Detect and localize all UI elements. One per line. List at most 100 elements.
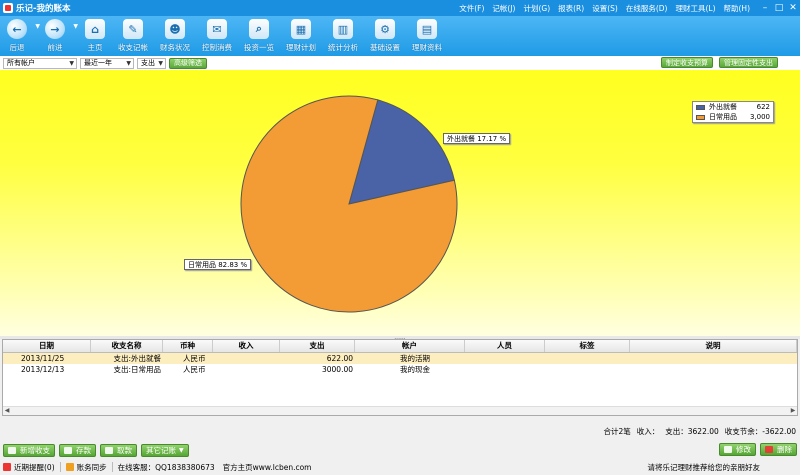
legend-item: 外出就餐 622 bbox=[693, 102, 773, 112]
total-count: 合计2笔 bbox=[603, 427, 631, 436]
column-header[interactable]: 收入 bbox=[213, 340, 280, 352]
pie-chart bbox=[240, 95, 458, 313]
menu-settings[interactable]: 设置(S) bbox=[588, 3, 622, 14]
bank-icon bbox=[105, 446, 113, 454]
online-service-text: 在线客服：QQ1838380673 bbox=[117, 462, 215, 472]
pencil-icon: ✎ bbox=[123, 19, 143, 39]
arrow-left-icon: ← bbox=[7, 19, 27, 39]
table-header: 日期 收支名称 币种 收入 支出 帐户 人员 标签 说明 bbox=[3, 340, 797, 353]
sync-icon bbox=[65, 463, 74, 471]
calendar-icon: ▦ bbox=[291, 19, 311, 39]
main-toolbar: ← ▼ 后退 → ▼ 前进 ⌂ 主页 ✎ 收支记帐 ☻ 财务状况 ✉ 控制消费 … bbox=[0, 16, 800, 56]
basic-settings-button[interactable]: ⚙ 基础设置 bbox=[364, 16, 406, 56]
total-balance: 收支节余：-3622.00 bbox=[724, 427, 796, 436]
investment-button[interactable]: ⌕ 投资一览 bbox=[238, 16, 280, 56]
column-header[interactable]: 标签 bbox=[545, 340, 630, 352]
finance-resources-button[interactable]: ▤ 理财资料 bbox=[406, 16, 448, 56]
maximize-button[interactable]: □ bbox=[772, 3, 786, 13]
totals-summary: 合计2笔 收入： 支出：3622.00 收支节余：-3622.00 bbox=[603, 426, 796, 437]
transactions-table: 日期 收支名称 币种 收入 支出 帐户 人员 标签 说明 2013/11/25 … bbox=[2, 339, 798, 416]
bar-chart-icon: ▥ bbox=[333, 19, 353, 39]
chevron-down-icon[interactable]: ▼ bbox=[73, 23, 78, 30]
withdraw-button[interactable]: 取款 bbox=[100, 443, 137, 457]
column-header[interactable]: 币种 bbox=[163, 340, 213, 352]
menu-file[interactable]: 文件(F) bbox=[455, 3, 488, 14]
legend-item: 日常用品 3,000 bbox=[693, 112, 773, 122]
horizontal-scrollbar[interactable]: ◀ ▶ bbox=[3, 406, 797, 415]
period-select[interactable]: 最近一年 ▼ bbox=[80, 57, 134, 69]
column-header[interactable]: 人员 bbox=[465, 340, 545, 352]
column-header[interactable]: 说明 bbox=[630, 340, 797, 352]
sync-link[interactable]: 账务同步 bbox=[77, 462, 107, 473]
type-select[interactable]: 支出 ▼ bbox=[137, 57, 166, 69]
advanced-filter-button[interactable]: 高级筛选 bbox=[169, 57, 207, 69]
menu-online-service[interactable]: 在线服务(D) bbox=[622, 3, 672, 14]
document-icon: ▤ bbox=[417, 19, 437, 39]
action-bar: 新增收支 存款 取款 其它记账 ▼ 修改 删除 bbox=[0, 442, 800, 458]
alarm-clock-icon bbox=[3, 463, 11, 471]
title-bar: 乐记-我的账本 文件(F) 记帐(J) 计划(G) 报表(R) 设置(S) 在线… bbox=[0, 0, 800, 16]
menu-finance-tools[interactable]: 理财工具(L) bbox=[671, 3, 719, 14]
add-icon bbox=[8, 446, 16, 454]
minimize-button[interactable]: – bbox=[758, 3, 772, 13]
table-row[interactable]: 2013/11/25 支出:外出就餐 人民币 622.00 我的活期 bbox=[3, 353, 797, 364]
chevron-down-icon: ▼ bbox=[158, 59, 163, 67]
menu-help[interactable]: 帮助(H) bbox=[720, 3, 755, 14]
column-header[interactable]: 支出 bbox=[280, 340, 355, 352]
total-income: 收入： bbox=[636, 427, 660, 436]
chart-legend: 外出就餐 622 日常用品 3,000 bbox=[692, 101, 774, 123]
status-bar: 近期提醒(0) 账务同步 在线客服：QQ1838380673 官方主页www.l… bbox=[0, 459, 800, 475]
budget-button[interactable]: 制定收支预算 bbox=[661, 57, 713, 68]
magnifier-icon: ⌕ bbox=[249, 19, 269, 39]
add-record-button[interactable]: 新增收支 bbox=[3, 443, 55, 457]
deposit-button[interactable]: 存款 bbox=[59, 443, 96, 457]
delete-button[interactable]: 删除 bbox=[760, 443, 797, 456]
statistics-button[interactable]: ▥ 统计分析 bbox=[322, 16, 364, 56]
filter-bar: 所有帐户 ▼ 最近一年 ▼ 支出 ▼ 高级筛选 制定收支预算 管理固定性支出 bbox=[0, 56, 800, 70]
forward-button[interactable]: → ▼ 前进 bbox=[40, 16, 78, 56]
menu-report[interactable]: 报表(R) bbox=[554, 3, 588, 14]
slice-label: 外出就餐 17.17 % bbox=[443, 133, 511, 144]
other-record-button[interactable]: 其它记账 ▼ bbox=[141, 443, 189, 457]
slice-label: 日常用品 82.83 % bbox=[184, 259, 252, 270]
bank-icon bbox=[64, 446, 72, 454]
control-spending-button[interactable]: ✉ 控制消费 bbox=[196, 16, 238, 56]
legend-swatch bbox=[696, 114, 705, 120]
arrow-right-icon: → bbox=[45, 19, 65, 39]
scroll-right-icon[interactable]: ▶ bbox=[789, 407, 797, 415]
back-button[interactable]: ← ▼ 后退 bbox=[2, 16, 40, 56]
finance-status-button[interactable]: ☻ 财务状况 bbox=[154, 16, 196, 56]
pie-chart-area: 外出就餐 622 日常用品 3,000 外出就餐 17.17 % 日常用品 82… bbox=[0, 70, 800, 336]
window-title: 乐记-我的账本 bbox=[16, 4, 71, 14]
menu-plan[interactable]: 计划(G) bbox=[519, 3, 554, 14]
edit-icon bbox=[724, 446, 732, 453]
edit-button[interactable]: 修改 bbox=[719, 443, 756, 456]
delete-icon bbox=[765, 446, 773, 453]
menu-record[interactable]: 记帐(J) bbox=[488, 3, 519, 14]
records-button[interactable]: ✎ 收支记帐 bbox=[112, 16, 154, 56]
fixed-expense-button[interactable]: 管理固定性支出 bbox=[719, 57, 778, 68]
chevron-down-icon: ▼ bbox=[126, 59, 131, 67]
scroll-left-icon[interactable]: ◀ bbox=[3, 407, 11, 415]
finance-plan-button[interactable]: ▦ 理财计划 bbox=[280, 16, 322, 56]
account-select[interactable]: 所有帐户 ▼ bbox=[3, 57, 77, 69]
gear-icon: ⚙ bbox=[375, 19, 395, 39]
mail-icon: ✉ bbox=[207, 19, 227, 39]
official-site-link[interactable]: 官方主页www.lcben.com bbox=[223, 462, 312, 473]
legend-swatch bbox=[696, 104, 705, 110]
column-header[interactable]: 帐户 bbox=[355, 340, 465, 352]
app-icon bbox=[3, 3, 13, 13]
total-expense: 支出：3622.00 bbox=[665, 427, 719, 436]
column-header[interactable]: 收支名称 bbox=[91, 340, 163, 352]
home-icon: ⌂ bbox=[85, 19, 105, 39]
chevron-down-icon: ▼ bbox=[179, 446, 184, 454]
people-icon: ☻ bbox=[165, 19, 185, 39]
close-button[interactable]: ✕ bbox=[786, 3, 800, 13]
table-row[interactable]: 2013/12/13 支出:日常用品 人民币 3000.00 我的现金 bbox=[3, 364, 797, 375]
menu-bar: 文件(F) 记帐(J) 计划(G) 报表(R) 设置(S) 在线服务(D) 理财… bbox=[455, 3, 754, 14]
home-button[interactable]: ⌂ 主页 bbox=[78, 16, 112, 56]
reminder-link[interactable]: 近期提醒(0) bbox=[14, 462, 55, 473]
chevron-down-icon: ▼ bbox=[69, 59, 74, 67]
promo-text: 请将乐记理财推荐给您的亲朋好友 bbox=[647, 462, 761, 472]
column-header[interactable]: 日期 bbox=[3, 340, 91, 352]
